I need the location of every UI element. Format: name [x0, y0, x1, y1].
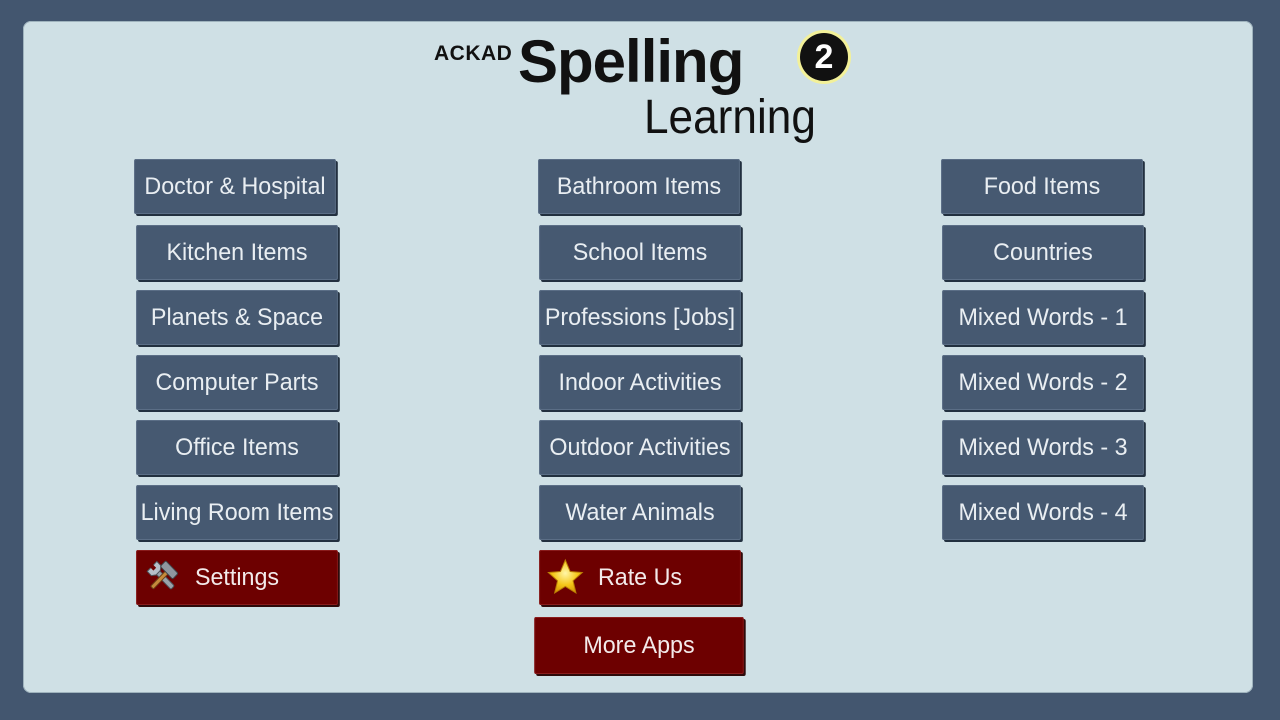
- category-button-living-room-items[interactable]: Living Room Items: [136, 485, 338, 540]
- logo-ackad-text: ACKAD: [434, 42, 513, 65]
- category-button-planets-space[interactable]: Planets & Space: [136, 290, 338, 345]
- category-button-mixed-words-1[interactable]: Mixed Words - 1: [942, 290, 1144, 345]
- category-button-mixed-words-3[interactable]: Mixed Words - 3: [942, 420, 1144, 475]
- category-button-professions[interactable]: Professions [Jobs]: [539, 290, 741, 345]
- logo-number-badge: 2: [800, 33, 848, 81]
- category-button-indoor-activities[interactable]: Indoor Activities: [539, 355, 741, 410]
- settings-button[interactable]: Settings: [136, 550, 338, 605]
- category-button-outdoor-activities[interactable]: Outdoor Activities: [539, 420, 741, 475]
- more-apps-button[interactable]: More Apps: [534, 617, 744, 674]
- rate-us-button[interactable]: Rate Us: [539, 550, 741, 605]
- category-button-water-animals[interactable]: Water Animals: [539, 485, 741, 540]
- category-button-bathroom-items[interactable]: Bathroom Items: [538, 159, 740, 214]
- category-button-countries[interactable]: Countries: [942, 225, 1144, 280]
- category-button-food-items[interactable]: Food Items: [941, 159, 1143, 214]
- category-button-school-items[interactable]: School Items: [539, 225, 741, 280]
- category-button-mixed-words-4[interactable]: Mixed Words - 4: [942, 485, 1144, 540]
- logo-learning-text: Learning: [644, 91, 816, 144]
- tools-icon: [144, 558, 181, 596]
- rate-us-label: Rate Us: [597, 563, 683, 591]
- category-button-office-items[interactable]: Office Items: [136, 420, 338, 475]
- category-button-mixed-words-2[interactable]: Mixed Words - 2: [942, 355, 1144, 410]
- settings-label: Settings: [194, 563, 280, 591]
- category-button-doctor-hospital[interactable]: Doctor & Hospital: [134, 159, 336, 214]
- logo-spelling-text: Spelling: [518, 28, 744, 95]
- category-button-computer-parts[interactable]: Computer Parts: [136, 355, 338, 410]
- star-icon: [547, 558, 584, 596]
- app-logo: ACKAD Spelling Learning 2: [0, 0, 1280, 160]
- category-button-kitchen-items[interactable]: Kitchen Items: [136, 225, 338, 280]
